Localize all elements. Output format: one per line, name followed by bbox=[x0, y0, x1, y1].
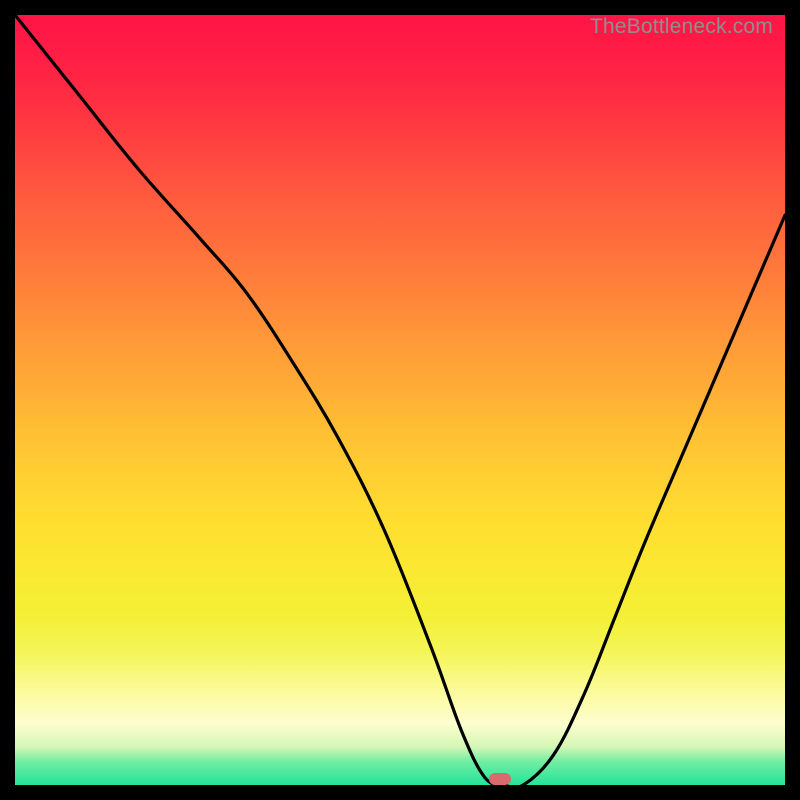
optimal-marker bbox=[489, 773, 511, 785]
watermark-text: TheBottleneck.com bbox=[590, 15, 773, 39]
chart-frame: TheBottleneck.com bbox=[0, 0, 800, 800]
plot-area: TheBottleneck.com bbox=[15, 15, 785, 785]
bottleneck-curve bbox=[15, 15, 785, 785]
